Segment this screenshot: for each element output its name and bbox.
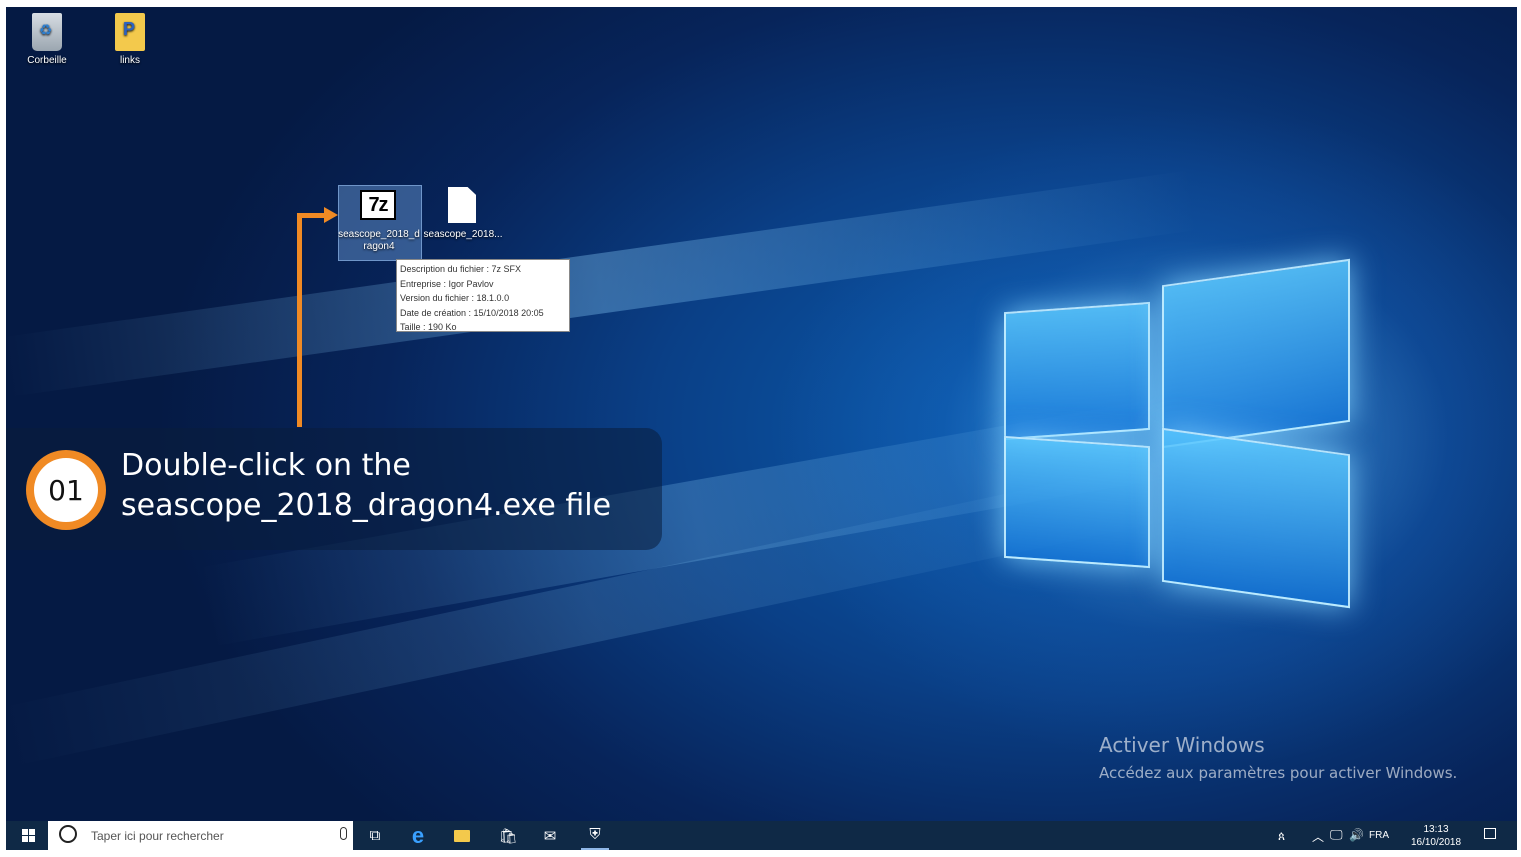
clock[interactable]: 13:13 16/10/2018 — [1401, 823, 1471, 849]
callout-line-2: seascope_2018_dragon4.exe file — [121, 488, 612, 523]
volume-icon[interactable]: 🔊 — [1349, 828, 1364, 842]
pointer-arrow — [297, 213, 327, 218]
recycle-bin-icon — [32, 13, 62, 51]
mail-icon[interactable]: ✉ — [536, 821, 564, 850]
step-number: 01 — [34, 458, 98, 522]
links-folder-shortcut[interactable]: links — [90, 13, 170, 66]
tooltip-line: Taille : 190 Ko — [400, 322, 457, 332]
search-placeholder: Taper ici pour rechercher — [91, 829, 224, 843]
seascope-exe-label: seascope_2018_d ragon4 — [338, 229, 420, 252]
clock-time: 13:13 — [1423, 824, 1449, 835]
seascope-file-label[interactable]: seascope_2018... — [422, 229, 504, 241]
tooltip-line: Date de création : 15/10/2018 20:05 — [400, 307, 544, 318]
windows-start-icon — [21, 829, 35, 842]
task-view-icon[interactable]: ⧉ — [361, 821, 389, 850]
tooltip-line: Entreprise : Igor Pavlov — [400, 278, 494, 289]
links-folder-label: links — [119, 55, 140, 66]
people-icon[interactable]: ጰ — [1278, 829, 1285, 844]
tooltip-line: Version du fichier : 18.1.0.0 — [400, 293, 510, 303]
activation-title: Activer Windows — [1099, 733, 1265, 757]
activation-subtitle: Accédez aux paramètres pour activer Wind… — [1099, 764, 1458, 782]
store-icon[interactable]: 🛍 — [494, 821, 522, 850]
tooltip-line: Description du fichier : 7z SFX — [400, 264, 522, 274]
search-box[interactable]: Taper ici pour rechercher — [48, 821, 353, 850]
recycle-bin-label: Corbeille — [27, 55, 67, 66]
cortana-icon — [59, 825, 77, 843]
show-hidden-icons[interactable]: ︿ — [1312, 828, 1324, 845]
microphone-icon[interactable] — [340, 827, 347, 840]
clock-date: 16/10/2018 — [1410, 837, 1462, 848]
blank-file-icon[interactable] — [448, 187, 476, 223]
callout-line-1: Double-click on the — [121, 448, 411, 483]
notifications-icon[interactable] — [1484, 828, 1496, 839]
folder-icon — [115, 13, 145, 51]
taskbar: Taper ici pour rechercher ⧉ e 🛍 ✉ ⛨ ጰ ︿ … — [6, 821, 1517, 850]
recycle-bin-shortcut[interactable]: Corbeille — [7, 13, 87, 66]
file-tooltip: Description du fichier : 7z SFX Entrepri… — [396, 259, 570, 332]
step-badge: 01 — [26, 450, 106, 530]
network-icon[interactable]: 🖵 — [1330, 827, 1343, 843]
arrow-head-icon — [324, 207, 338, 223]
edge-icon[interactable]: e — [404, 821, 432, 850]
desktop[interactable]: Corbeille links 7z seascope_2018_d ragon… — [6, 7, 1517, 850]
pointer-arrow — [297, 213, 302, 427]
7z-archive-icon: 7z — [360, 190, 396, 220]
start-button[interactable] — [14, 821, 42, 850]
security-icon[interactable]: ⛨ — [581, 821, 609, 850]
language-indicator[interactable]: FRA — [1369, 830, 1389, 841]
file-explorer-icon[interactable] — [448, 821, 476, 850]
